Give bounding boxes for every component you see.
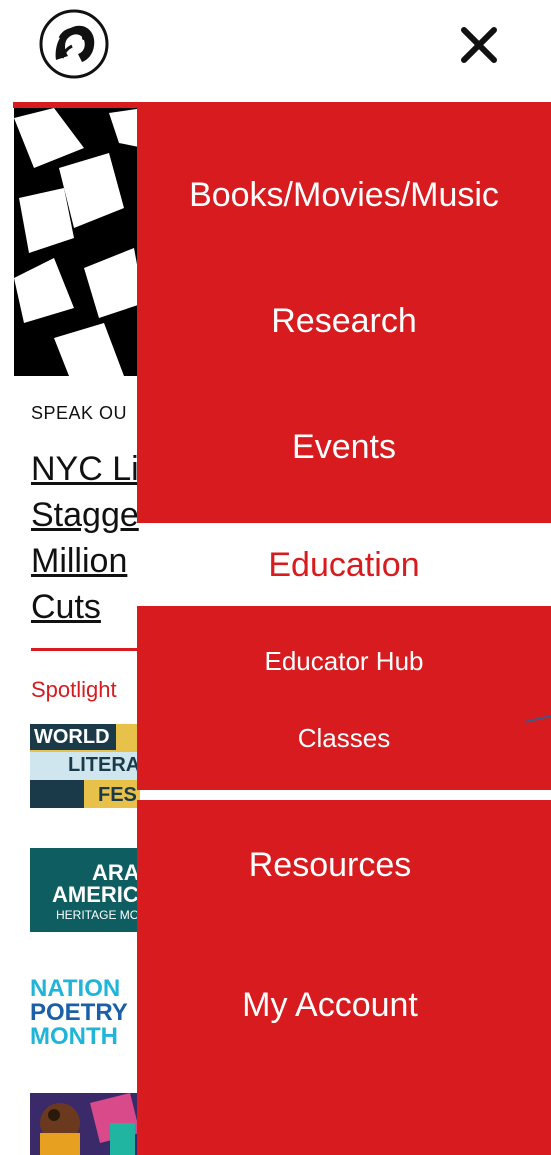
header: [0, 0, 551, 104]
menu-item-books-movies-music[interactable]: Books/Movies/Music: [137, 176, 551, 215]
close-icon[interactable]: [456, 22, 502, 68]
submenu-item-classes[interactable]: Classes: [137, 723, 551, 754]
menu-item-research[interactable]: Research: [137, 302, 551, 341]
spotlight-thumb-illustration[interactable]: [30, 1093, 140, 1155]
spotlight-thumb-world-literature[interactable]: WORLD LITERA FEST: [30, 724, 140, 808]
menu-item-education[interactable]: Education: [137, 546, 551, 585]
menu-secondary-block: Resources My Account: [137, 800, 551, 1155]
submenu-item-educator-hub[interactable]: Educator Hub: [137, 646, 551, 677]
thumb-line: LITERA: [68, 754, 140, 776]
menu-item-events[interactable]: Events: [137, 428, 551, 467]
lion-logo-icon[interactable]: [38, 8, 110, 80]
main-nav-menu: Books/Movies/Music Research Events Educa…: [137, 104, 551, 1155]
hero-image[interactable]: [14, 108, 144, 376]
menu-primary-block: Books/Movies/Music Research Events: [137, 104, 551, 523]
thumb-line: AMERIC: [52, 882, 139, 907]
education-submenu: Educator Hub Classes: [137, 606, 551, 790]
menu-item-resources[interactable]: Resources: [123, 846, 537, 885]
thumb-line: MONTH: [30, 1023, 118, 1050]
thumb-line: HERITAGE MO: [56, 908, 140, 922]
scroll-indicator: [525, 715, 551, 723]
thumb-line: FEST: [98, 784, 140, 806]
spotlight-heading: Spotlight: [31, 677, 117, 702]
section-divider: [31, 648, 141, 651]
thumb-line: WORLD: [34, 726, 110, 748]
menu-item-my-account[interactable]: My Account: [123, 986, 537, 1025]
article-eyebrow: SPEAK OU: [31, 403, 128, 423]
